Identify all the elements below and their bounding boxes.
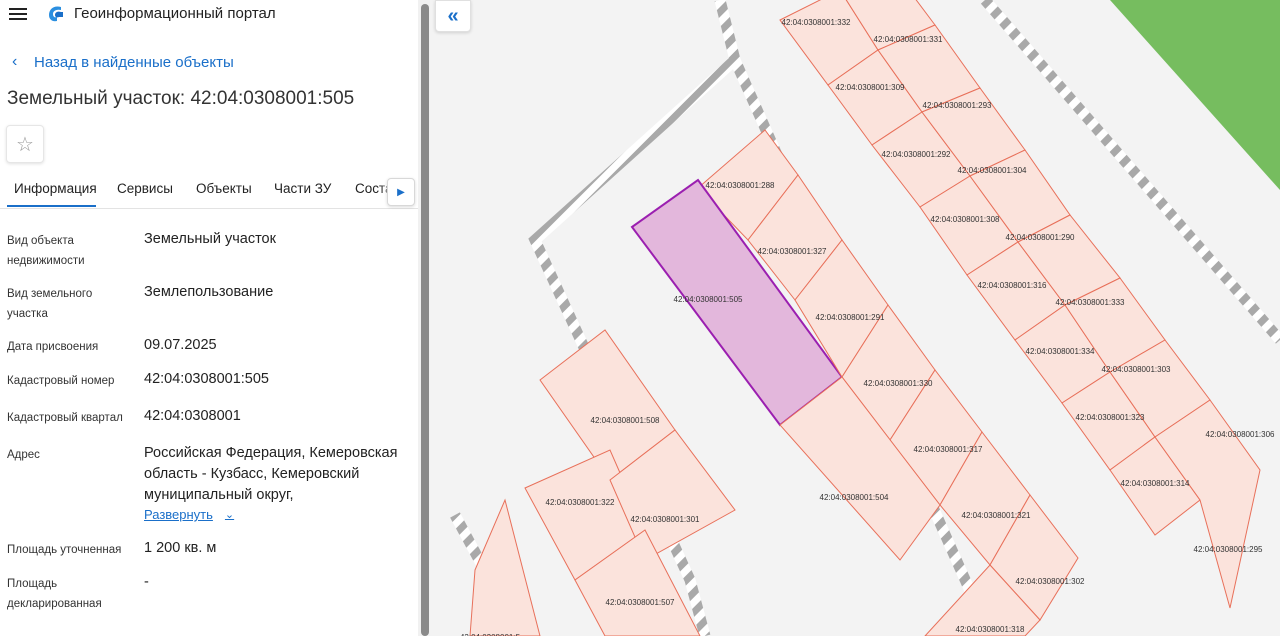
- back-link-label: Назад в найденные объекты: [34, 53, 234, 71]
- prop-value-cadastral-quarter: 42:04:0308001: [144, 408, 241, 424]
- object-info-panel: Геоинформационный портал ‹ Назад в найде…: [0, 0, 418, 636]
- expand-label: Развернуть: [144, 507, 213, 522]
- prop-value-address: Российская Федерация, Кемеровская област…: [144, 445, 398, 503]
- parcel-label: 42:04:0308001:308: [931, 215, 1001, 224]
- map-canvas[interactable]: 42:04:0308001:332 42:04:0308001:331 42:04:…: [430, 0, 1280, 636]
- tab-bar: Информация Сервисы Объекты Части ЗУ Сост…: [0, 172, 418, 209]
- parcel-label: 42:04:0308001:301: [631, 515, 701, 524]
- parcel-label: 42:04:0308001:309: [836, 83, 906, 92]
- prop-value-area-declared: -: [144, 574, 149, 590]
- chevron-down-icon: ⌄: [224, 509, 235, 521]
- sidebar-scrollbar-thumb[interactable]: [421, 4, 429, 636]
- parcel-label: 42:04:0308001:323: [1076, 413, 1146, 422]
- prop-value-cadastral-number: 42:04:0308001:505: [144, 371, 269, 387]
- prop-value-area-precise: 1 200 кв. м: [144, 540, 217, 556]
- portal-logo-icon: [49, 6, 63, 22]
- parcel-label: 42:04:0308001:334: [1026, 347, 1096, 356]
- parcel-label: 42:04:0308001:331: [874, 35, 944, 44]
- prop-value-assign-date: 09.07.2025: [144, 337, 217, 353]
- parcel-label: 42:04:0308001:321: [962, 511, 1032, 520]
- parcel-label: 42:04:0308001:306: [1206, 430, 1276, 439]
- parcel-label: 42:04:0308001:304: [958, 166, 1028, 175]
- parcel-label: 42:04:0308001:330: [864, 379, 934, 388]
- parcel-label: 42:04:0308001:292: [882, 150, 952, 159]
- tab-objects[interactable]: Объекты: [196, 181, 252, 196]
- prop-label-area-declared: Площадь декларированная: [7, 578, 102, 610]
- parcel-label: 42:04:0308001:318: [956, 625, 1026, 634]
- parcel[interactable]: [469, 498, 541, 636]
- collapse-panel-button[interactable]: «: [435, 0, 471, 32]
- prop-value-land-type: Землепользование: [144, 284, 274, 300]
- star-icon: ☆: [16, 133, 34, 156]
- double-chevron-left-icon: «: [447, 4, 459, 27]
- header-bar: Геоинформационный портал: [0, 0, 418, 30]
- active-tab-indicator: [7, 205, 96, 207]
- parcel-label: 42:04:0308001:291: [816, 313, 886, 322]
- parcel-label: 42:04:0308001:303: [1102, 365, 1172, 374]
- parcel-label: 42:04:0308001:288: [706, 181, 776, 190]
- parcel-label: 42:04:0308001:508: [591, 416, 661, 425]
- chevron-left-icon: ‹: [12, 53, 18, 70]
- prop-label-land-type: Вид земельного участка: [7, 288, 93, 320]
- tab-land-parts[interactable]: Части ЗУ: [274, 181, 331, 196]
- parcel-label: 42:04:0308001:322: [546, 498, 616, 507]
- parcel-label: 42:04:0308001:333: [1056, 298, 1126, 307]
- prop-label-cadastral-quarter: Кадастровый квартал: [7, 412, 123, 424]
- favorite-button[interactable]: ☆: [6, 125, 44, 163]
- map-view[interactable]: 42:04:0308001:332 42:04:0308001:331 42:04:…: [430, 0, 1280, 636]
- parcel-label: 42:04:0308001:302: [1016, 577, 1086, 586]
- parcel-label: 42:04:0308001:290: [1006, 233, 1076, 242]
- parcel-label: 42:04:0308001:295: [1194, 545, 1264, 554]
- parcel-label: 42:04:0308001:293: [923, 101, 993, 110]
- parcels-layer: 42:04:0308001:332 42:04:0308001:331 42:04:…: [460, 0, 1275, 636]
- prop-label-assign-date: Дата присвоения: [7, 341, 99, 353]
- forest-area: [1110, 0, 1280, 190]
- page-title: Земельный участок: 42:04:0308001:505: [7, 88, 355, 109]
- parcel-label: 42:04:0308001:507: [606, 598, 676, 607]
- tabs-scroll-right-button[interactable]: ▶: [387, 178, 415, 206]
- prop-label-address: Адрес: [7, 449, 40, 461]
- tab-services[interactable]: Сервисы: [117, 181, 173, 196]
- prop-label-object-type: Вид объекта недвижимости: [7, 235, 85, 267]
- parcel-label: 42:04:0308001:316: [978, 281, 1048, 290]
- tab-information[interactable]: Информация: [14, 181, 97, 196]
- expand-address-link[interactable]: Развернуть ⌄: [144, 507, 234, 522]
- parcel-label: 42:04:0308001:317: [914, 445, 984, 454]
- back-to-results-link[interactable]: ‹ Назад в найденные объекты: [12, 53, 234, 71]
- parcel-label: 42:04:0308001:314: [1121, 479, 1191, 488]
- prop-value-object-type: Земельный участок: [144, 231, 276, 247]
- prop-label-cadastral-number: Кадастровый номер: [7, 375, 115, 387]
- parcel-label: 42:04:0308001:504: [820, 493, 890, 502]
- parcel-label: 42:04:0308001:505: [674, 295, 744, 304]
- parcel-label: 42:04:0308001:327: [758, 247, 828, 256]
- parcel-label: 42:04:0308001:332: [782, 18, 852, 27]
- app-title: Геоинформационный портал: [74, 5, 276, 22]
- hamburger-icon[interactable]: [9, 6, 27, 22]
- prop-label-area-precise: Площадь уточненная: [7, 544, 122, 556]
- chevron-right-icon: ▶: [397, 186, 405, 198]
